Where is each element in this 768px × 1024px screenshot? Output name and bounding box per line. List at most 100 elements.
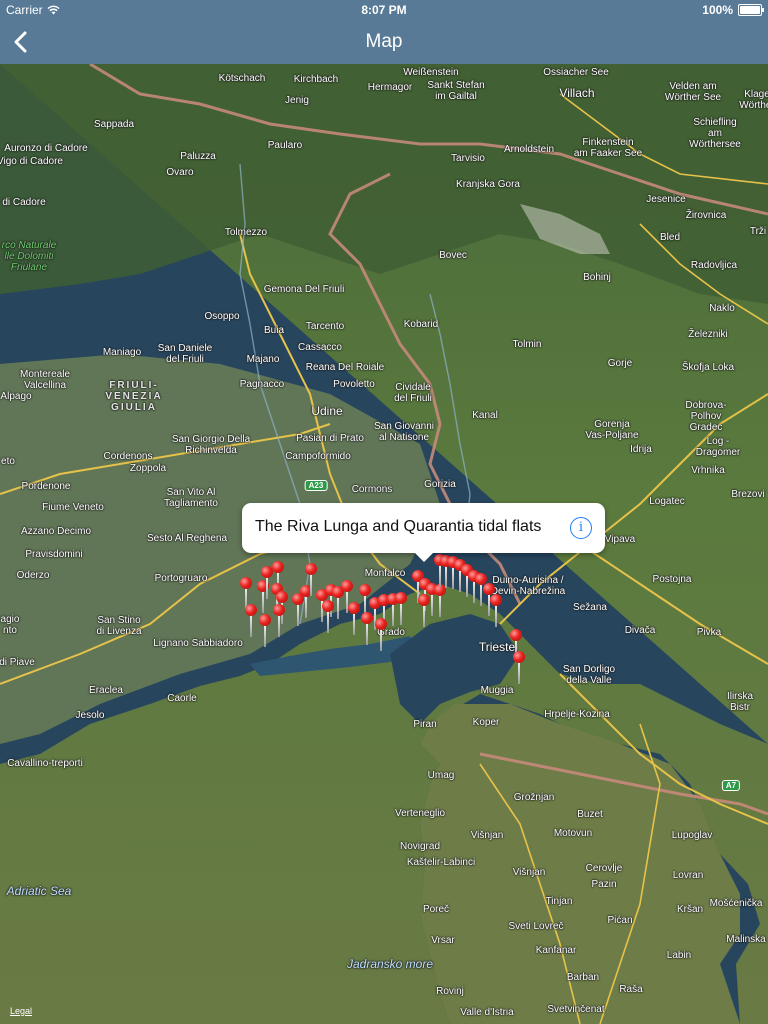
pin-callout[interactable]: The Riva Lunga and Quarantia tidal flats… [242, 503, 605, 562]
map-label: Schiefling am Wörthersee [689, 117, 741, 150]
map-label: Pazin [591, 879, 617, 890]
road-shield: A23 [304, 480, 328, 491]
map-pin[interactable] [395, 592, 407, 625]
map-pin[interactable] [490, 594, 502, 627]
map-label: Portogruaro [154, 573, 208, 584]
legal-link[interactable]: Legal [10, 1006, 32, 1016]
map-label: Kršan [676, 904, 704, 915]
road-shield: A7 [721, 780, 741, 791]
map-label: Auronzo di Cadore [4, 143, 88, 154]
map-label: Ilirska Bistr [726, 691, 754, 713]
map-label: Alpago [0, 391, 32, 402]
map-label: Weißenstein [403, 67, 459, 78]
map-label: Gorenja Vas-Poljane [585, 419, 639, 441]
map-pin[interactable] [272, 561, 284, 594]
map-label: Kirchbach [293, 74, 339, 85]
status-bar: Carrier 8:07 PM 100% [0, 0, 768, 20]
map-pin[interactable] [359, 584, 371, 617]
battery-status: 100% [702, 3, 764, 17]
map-pin[interactable] [305, 563, 317, 596]
map-label: Valle d'Istria [460, 1007, 514, 1018]
map-label: Sankt Stefan im Gailtal [427, 80, 485, 102]
map-label: Cormons [351, 484, 393, 495]
map-label: Cordenons [103, 451, 153, 462]
map-pin[interactable] [245, 604, 257, 637]
map-label: Jenig [285, 95, 309, 106]
map-label: Cavallino-treporti [7, 758, 83, 769]
map-label: San Giorgio Della Richinvelda [171, 434, 251, 456]
map-pin[interactable] [341, 580, 353, 613]
map-label: Majano [246, 354, 280, 365]
map-label: Žirovnica [685, 210, 727, 221]
map-label: Sesto Al Reghena [146, 533, 228, 544]
map-label: Vigo di Cadore [0, 156, 63, 167]
map-label: Rovinj [436, 986, 464, 997]
map-label: Ossiacher See [543, 67, 609, 78]
map-label: Paularo [267, 140, 303, 151]
map-pin[interactable] [361, 612, 373, 645]
map-pin[interactable] [510, 629, 522, 662]
map-label: Malinska [726, 934, 766, 945]
map-label: di Piave [0, 657, 35, 668]
map-label: Tinjan [545, 896, 573, 907]
map-label: Piran [413, 719, 437, 730]
map-label: Campoformido [285, 451, 351, 462]
map-pin[interactable] [418, 594, 430, 627]
map-label: Hermagor [367, 82, 413, 93]
map-label: Labin [666, 950, 692, 961]
map-pin[interactable] [261, 566, 273, 599]
map-label: Lupoglav [671, 830, 713, 841]
map-label: Sappada [93, 119, 135, 130]
map-label: San Daniele del Friuli [157, 343, 213, 365]
map-label: Bohinj [583, 272, 611, 283]
map-label: Koper [472, 717, 500, 728]
map-label: Kranjska Gora [456, 179, 520, 190]
map-label: Škofja Loka [681, 362, 735, 373]
status-time: 8:07 PM [361, 3, 407, 17]
map-label: San Vito Al Tagliamento [164, 487, 218, 509]
map-label: Pićan [607, 915, 633, 926]
map-pin[interactable] [322, 600, 334, 633]
map-label: Pagnacco [239, 379, 285, 390]
map-label: Vrhnika [691, 465, 725, 476]
map-label: Udine [311, 404, 343, 418]
map-pin[interactable] [259, 614, 271, 647]
battery-percent: 100% [702, 3, 733, 17]
info-icon[interactable]: i [570, 517, 592, 539]
map-label: Poreč [422, 904, 450, 915]
battery-icon [738, 4, 764, 16]
map-label: Cerovlje [585, 863, 623, 874]
map-pin[interactable] [375, 618, 387, 651]
map-pin[interactable] [240, 577, 252, 610]
map-label: Kaštelir-Labinci [406, 857, 476, 868]
map-label: Jesenice [646, 194, 686, 205]
map-label: Buia [263, 325, 285, 336]
map-label: Gorje [607, 358, 633, 369]
map-label: Trieste [478, 640, 516, 654]
map-label: Tolmin [512, 339, 542, 350]
map-label: Tarcento [305, 321, 345, 332]
map-label: Umag [427, 770, 455, 781]
map-label: Pordenone [21, 481, 71, 492]
map-label: Motovun [553, 828, 593, 839]
map-label: Paluzza [180, 151, 216, 162]
map-label: Cividale del Friuli [394, 382, 432, 404]
map-label: Montereale Valcellina [19, 369, 71, 391]
map-pin[interactable] [273, 604, 285, 637]
map-label: Trži [749, 226, 767, 237]
map-label: Reana Del Roiale [305, 362, 385, 373]
map-pin[interactable] [276, 591, 288, 624]
map-label: Pasian di Prato [296, 433, 364, 444]
map-label: Vipava [604, 534, 636, 545]
map-label: Adriatic Sea [6, 884, 72, 898]
map-pin[interactable] [513, 651, 525, 684]
map-label: Jadransko more [346, 957, 434, 971]
map-label: Sveti Lovreč [508, 921, 564, 932]
map-pin[interactable] [348, 602, 360, 635]
map-label: Klage Wörther [739, 89, 768, 111]
map-label: Povoletto [333, 379, 375, 390]
map-label: Dobrova- Polhov Gradec [685, 400, 727, 433]
map-label: Jesolo [75, 710, 105, 721]
map-label: Arnoldstein [503, 144, 555, 155]
map-label: Mošćenička [709, 898, 763, 909]
